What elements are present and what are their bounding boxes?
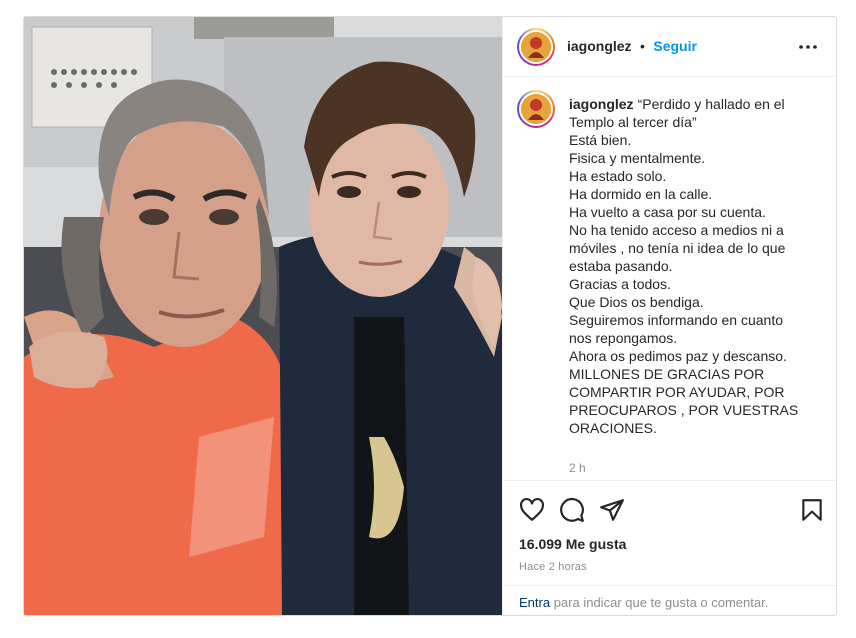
login-link[interactable]: Entra — [519, 595, 550, 610]
post-photo-illustration — [24, 17, 502, 615]
likes-count[interactable]: 16.099 Me gusta — [519, 536, 626, 552]
header-separator: • — [640, 38, 645, 54]
more-horizontal-icon[interactable] — [798, 39, 818, 55]
post-timestamp[interactable]: Hace 2 horas — [519, 561, 587, 573]
post-photo[interactable] — [24, 17, 502, 615]
caption-text-block: iagonglez “Perdido y hallado en el Templo… — [569, 95, 801, 437]
login-prompt-text: para indicar que te gusta o comentar. — [553, 595, 769, 610]
post-header: iagonglez • Seguir — [503, 17, 836, 77]
comment-icon[interactable] — [559, 497, 585, 523]
post-sidebar: iagonglez • Seguir iagonglez “Perdido y … — [502, 17, 836, 615]
author-username[interactable]: iagonglez — [567, 38, 632, 54]
user-avatar-icon — [521, 94, 551, 124]
author-avatar[interactable] — [517, 28, 555, 66]
instagram-post: iagonglez • Seguir iagonglez “Perdido y … — [23, 16, 837, 616]
caption-avatar[interactable] — [517, 90, 555, 128]
user-avatar-icon — [521, 32, 551, 62]
send-icon[interactable] — [599, 497, 625, 523]
caption-time: 2 h — [569, 461, 586, 475]
caption-area: iagonglez “Perdido y hallado en el Templo… — [503, 77, 836, 480]
heart-icon[interactable] — [519, 497, 545, 523]
follow-button[interactable]: Seguir — [653, 38, 697, 54]
caption-text: “Perdido y hallado en el Templo al terce… — [569, 96, 799, 436]
bookmark-icon[interactable] — [799, 497, 825, 523]
login-prompt: Entra para indicar que te gusta o coment… — [503, 585, 836, 615]
caption-username[interactable]: iagonglez — [569, 96, 634, 112]
